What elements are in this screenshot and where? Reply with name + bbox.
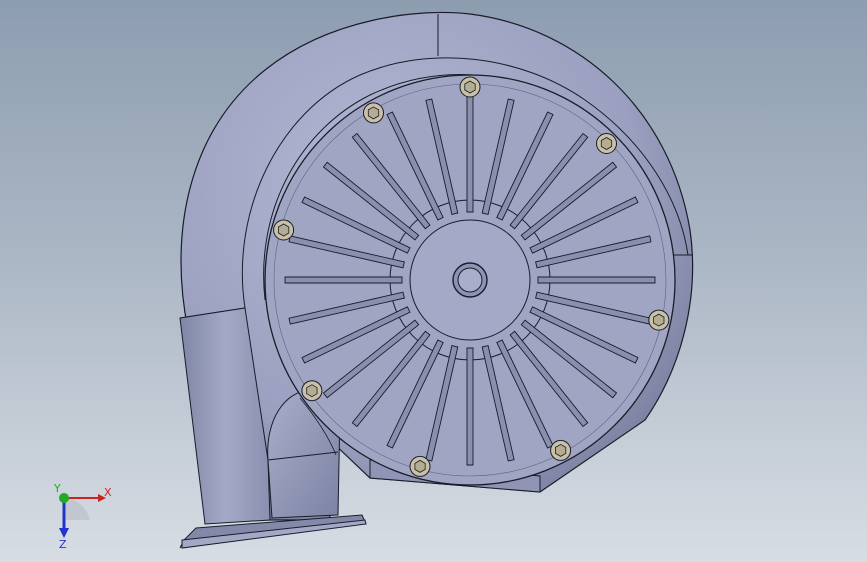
- triad-z-arrow: [59, 528, 69, 538]
- orientation-triad: X Y Z: [53, 482, 112, 550]
- bolt-socket: [277, 223, 290, 237]
- bolt-socket: [555, 443, 567, 457]
- bolt-socket: [464, 80, 476, 94]
- bolt-socket: [600, 137, 613, 150]
- triad-z-label: Z: [59, 538, 67, 550]
- cover-bolt[interactable]: [648, 309, 670, 331]
- bolt-socket: [414, 459, 426, 473]
- cover-bolt[interactable]: [409, 455, 431, 477]
- vent-slot: [537, 276, 656, 284]
- vent-slot: [466, 94, 474, 213]
- bolt-socket: [653, 313, 665, 327]
- vent-slot: [466, 347, 474, 466]
- cover-bolt[interactable]: [273, 219, 295, 241]
- triad-y-label: Y: [53, 482, 61, 495]
- cover-bolt[interactable]: [596, 133, 617, 154]
- cover-bolt[interactable]: [301, 380, 323, 402]
- bolt-socket: [306, 384, 318, 398]
- triad-shadow: [64, 498, 90, 520]
- blower-model[interactable]: [179, 11, 694, 549]
- shaft-bore: [457, 267, 483, 293]
- cover-bolt[interactable]: [363, 102, 384, 124]
- cover-bolt[interactable]: [459, 76, 481, 98]
- cover-bolt[interactable]: [550, 439, 572, 461]
- triad-x-label: X: [104, 486, 112, 499]
- cad-viewport[interactable]: [0, 0, 867, 562]
- vent-slot: [284, 276, 403, 284]
- bolt-socket: [367, 106, 380, 120]
